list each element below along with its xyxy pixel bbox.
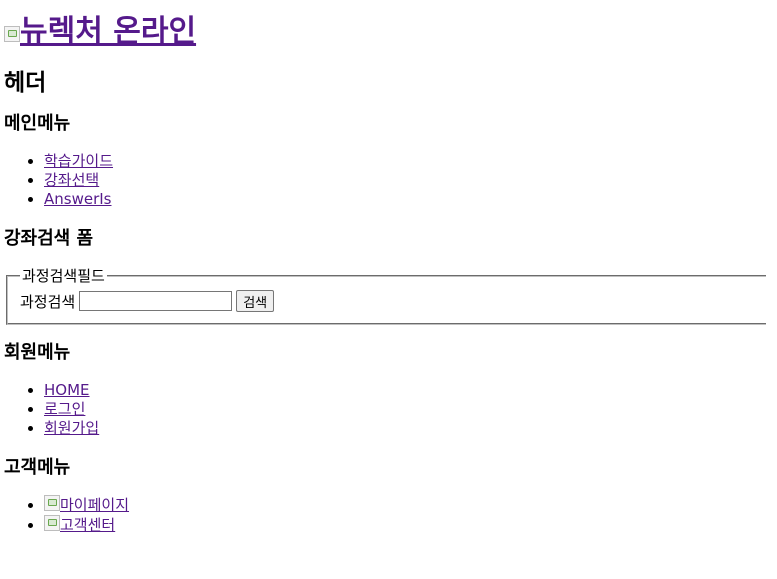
member-menu-list: HOME 로그인 회원가입 <box>4 381 777 438</box>
member-menu-link-login[interactable]: 로그인 <box>44 400 85 418</box>
customer-menu-link-support[interactable]: 고객센터 <box>44 515 116 534</box>
search-legend: 과정검색필드 <box>22 267 105 285</box>
member-menu-heading: 회원메뉴 <box>4 342 71 363</box>
member-menu-link-home[interactable]: HOME <box>44 381 90 399</box>
header-title: 헤더 <box>4 70 47 96</box>
search-fieldset: 과정검색필드 과정검색 검색 <box>6 265 766 325</box>
search-label: 과정검색 <box>20 292 76 311</box>
search-input[interactable] <box>79 291 233 311</box>
main-menu-link-guide[interactable]: 학습가이드 <box>44 152 113 170</box>
main-menu-heading: 메인메뉴 <box>4 113 71 134</box>
search-button[interactable]: 검색 <box>236 290 275 312</box>
main-menu-list: 학습가이드 강좌선택 AnswerIs <box>4 152 777 209</box>
customer-menu-item: 고객센터 <box>44 515 777 535</box>
broken-image-icon <box>44 515 60 531</box>
customer-menu-item: 마이페이지 <box>44 495 777 515</box>
search-form-heading: 강좌검색 폼 <box>4 228 94 249</box>
customer-menu-link-mypage[interactable]: 마이페이지 <box>44 495 130 514</box>
mypage-alt-text: 마이페이지 <box>60 496 130 514</box>
main-menu-link-answeris[interactable]: AnswerIs <box>44 190 112 208</box>
search-row: 과정검색 검색 <box>20 289 756 313</box>
logo-link[interactable]: 뉴렉처 온라인 <box>4 14 196 49</box>
member-menu-item: HOME <box>44 381 777 400</box>
member-menu-item: 회원가입 <box>44 419 777 438</box>
site-logo: 뉴렉처 온라인 <box>4 12 777 52</box>
broken-image-icon <box>4 26 20 42</box>
main-menu-item: 학습가이드 <box>44 152 777 171</box>
main-menu-item: 강좌선택 <box>44 171 777 190</box>
member-menu-item: 로그인 <box>44 400 777 419</box>
broken-image-icon <box>44 495 60 511</box>
customer-menu-heading: 고객메뉴 <box>4 457 71 478</box>
customer-menu-list: 마이페이지 고객센터 <box>4 495 777 535</box>
page: 뉴렉처 온라인 헤더 메인메뉴 학습가이드 강좌선택 AnswerIs 강좌검색… <box>0 12 777 535</box>
main-menu-link-course[interactable]: 강좌선택 <box>44 171 99 189</box>
logo-alt-text: 뉴렉처 온라인 <box>20 14 197 49</box>
member-menu-link-signup[interactable]: 회원가입 <box>44 419 99 437</box>
main-menu-item: AnswerIs <box>44 190 777 209</box>
support-alt-text: 고객센터 <box>60 516 116 534</box>
